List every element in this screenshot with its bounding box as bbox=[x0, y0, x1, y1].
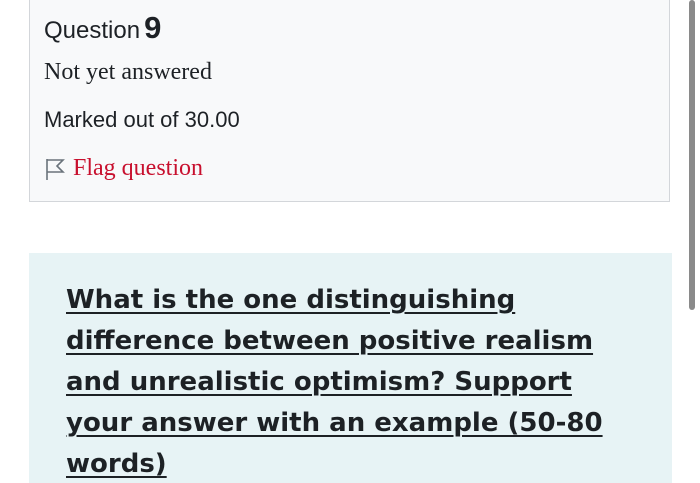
question-number: Question 9 bbox=[44, 10, 161, 46]
scrollbar-thumb[interactable] bbox=[689, 0, 695, 310]
question-text: What is the one distinguishing differenc… bbox=[66, 285, 603, 479]
question-info-box: Question 9 Not yet answered Marked out of… bbox=[29, 0, 670, 202]
flag-question-link[interactable]: Flag question bbox=[44, 155, 203, 182]
quiz-page: Question 9 Not yet answered Marked out of… bbox=[0, 0, 700, 483]
question-number-value: 9 bbox=[144, 10, 162, 45]
question-text-box: What is the one distinguishing differenc… bbox=[29, 253, 672, 483]
page-scrollbar[interactable] bbox=[689, 0, 695, 483]
flag-outline-icon bbox=[44, 157, 66, 181]
question-label: Question bbox=[44, 17, 141, 44]
flag-question-label: Flag question bbox=[73, 155, 203, 181]
question-grade: Marked out of 30.00 bbox=[44, 107, 240, 132]
question-state: Not yet answered bbox=[44, 59, 212, 85]
